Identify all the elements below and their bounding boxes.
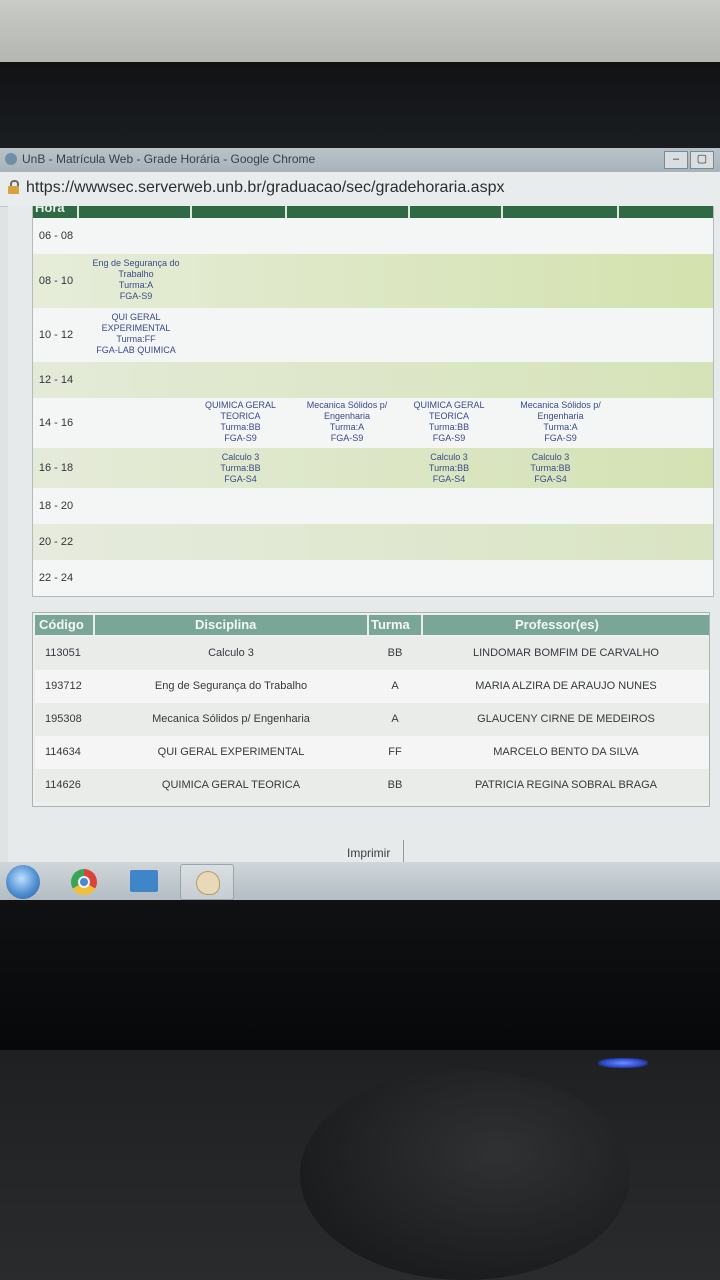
taskbar xyxy=(0,862,720,900)
class-entry[interactable]: Mecanica Sólidos p/Engenharia Turma:A FGA… xyxy=(288,400,406,444)
table-row[interactable]: 113051 Calculo 3 BB LINDOMAR BOMFIM DE C… xyxy=(35,637,709,670)
grid-row: 06 - 08 xyxy=(33,218,713,254)
window-titlebar: UnB - Matrícula Web - Grade Horária - Go… xyxy=(0,148,720,172)
disciplines-table: Código Disciplina Turma Professor(es) 11… xyxy=(32,612,710,807)
class-entry[interactable]: Calculo 3 Turma:BB FGA-S4 xyxy=(403,452,495,485)
monitor-bottom-bezel xyxy=(0,900,720,1050)
divider xyxy=(403,840,404,862)
column-header-disciplina: Disciplina xyxy=(195,617,257,632)
class-entry[interactable]: Calculo 3 Turma:BB FGA-S4 xyxy=(503,452,598,485)
schedule-grid: Hora 06 - 08 08 - 10 Eng de Segurança do… xyxy=(32,200,714,597)
network-icon xyxy=(130,870,158,892)
taskbar-chrome-button[interactable] xyxy=(58,864,110,898)
maximize-button[interactable]: ▢ xyxy=(690,151,714,169)
table-row[interactable]: 195308 Mecanica Sólidos p/ Engenharia A … xyxy=(35,703,709,736)
minimize-button[interactable]: – xyxy=(664,151,688,169)
time-slot: 16 - 18 xyxy=(38,462,74,474)
column-header-professores: Professor(es) xyxy=(515,617,599,632)
time-slot: 06 - 08 xyxy=(38,230,74,242)
chrome-icon xyxy=(71,869,97,895)
grid-row: 20 - 22 xyxy=(33,524,713,560)
table-row[interactable]: 193712 Eng de Segurança do Trabalho A MA… xyxy=(35,670,709,703)
wall-background xyxy=(0,0,720,62)
time-slot: 08 - 10 xyxy=(38,275,74,287)
lock-icon xyxy=(8,180,19,194)
grid-row: 08 - 10 Eng de Segurança do Trabalho Turm… xyxy=(33,254,713,308)
table-row[interactable]: 114634 QUI GERAL EXPERIMENTAL FF MARCELO… xyxy=(35,736,709,769)
monitor-stand xyxy=(300,1070,630,1280)
grid-row: 16 - 18 Calculo 3 Turma:BB FGA-S4 Calculo… xyxy=(33,448,713,488)
time-slot: 20 - 22 xyxy=(38,536,74,548)
time-slot: 18 - 20 xyxy=(38,500,74,512)
grid-row: 18 - 20 xyxy=(33,488,713,524)
taskbar-network-button[interactable] xyxy=(118,864,170,898)
grid-row: 22 - 24 xyxy=(33,560,713,596)
address-bar[interactable]: https://wwwsec.serverweb.unb.br/graduaca… xyxy=(0,172,720,207)
url-text[interactable]: https://wwwsec.serverweb.unb.br/graduaca… xyxy=(26,179,504,197)
class-entry[interactable]: QUI GERAL EXPERIMENTAL Turma:FF FGA-LAB QU… xyxy=(81,312,191,356)
class-entry[interactable]: QUIMICA GERAL TEORICA Turma:BB FGA-S9 xyxy=(193,400,288,444)
class-entry[interactable]: Calculo 3 Turma:BB FGA-S4 xyxy=(193,452,288,485)
app-icon xyxy=(5,153,17,165)
table-row[interactable]: 114626 QUIMICA GERAL TEORICA BB PATRICIA… xyxy=(35,769,709,802)
class-entry[interactable]: QUIMICA GERAL TEORICA Turma:BB FGA-S9 xyxy=(403,400,495,444)
grid-row: 12 - 14 xyxy=(33,362,713,398)
class-entry[interactable]: Mecanica Sólidos p/Engenharia Turma:A FGA… xyxy=(503,400,618,444)
grid-row: 10 - 12 QUI GERAL EXPERIMENTAL Turma:FF FG… xyxy=(33,308,713,362)
taskbar-paint-button[interactable] xyxy=(180,864,234,900)
time-slot: 22 - 24 xyxy=(38,572,74,584)
table-header: Código Disciplina Turma Professor(es) xyxy=(35,615,709,635)
grid-header: Hora xyxy=(33,200,713,218)
power-led xyxy=(598,1058,648,1068)
time-slot: 12 - 14 xyxy=(38,374,74,386)
column-header-codigo: Código xyxy=(39,617,84,632)
column-header-turma: Turma xyxy=(371,617,410,632)
hour-column-header: Hora xyxy=(35,200,65,215)
paint-icon xyxy=(196,871,220,895)
time-slot: 14 - 16 xyxy=(38,417,74,429)
print-button[interactable]: Imprimir xyxy=(347,846,390,860)
windows-start-icon[interactable] xyxy=(6,865,40,899)
window-title: UnB - Matrícula Web - Grade Horária - Go… xyxy=(22,152,316,166)
class-entry[interactable]: Eng de Segurança do Trabalho Turma:A FGA-S… xyxy=(81,258,191,302)
time-slot: 10 - 12 xyxy=(38,329,74,341)
grid-row: 14 - 16 QUIMICA GERAL TEORICA Turma:BB FGA… xyxy=(33,398,713,448)
monitor-top-bezel xyxy=(0,62,720,150)
